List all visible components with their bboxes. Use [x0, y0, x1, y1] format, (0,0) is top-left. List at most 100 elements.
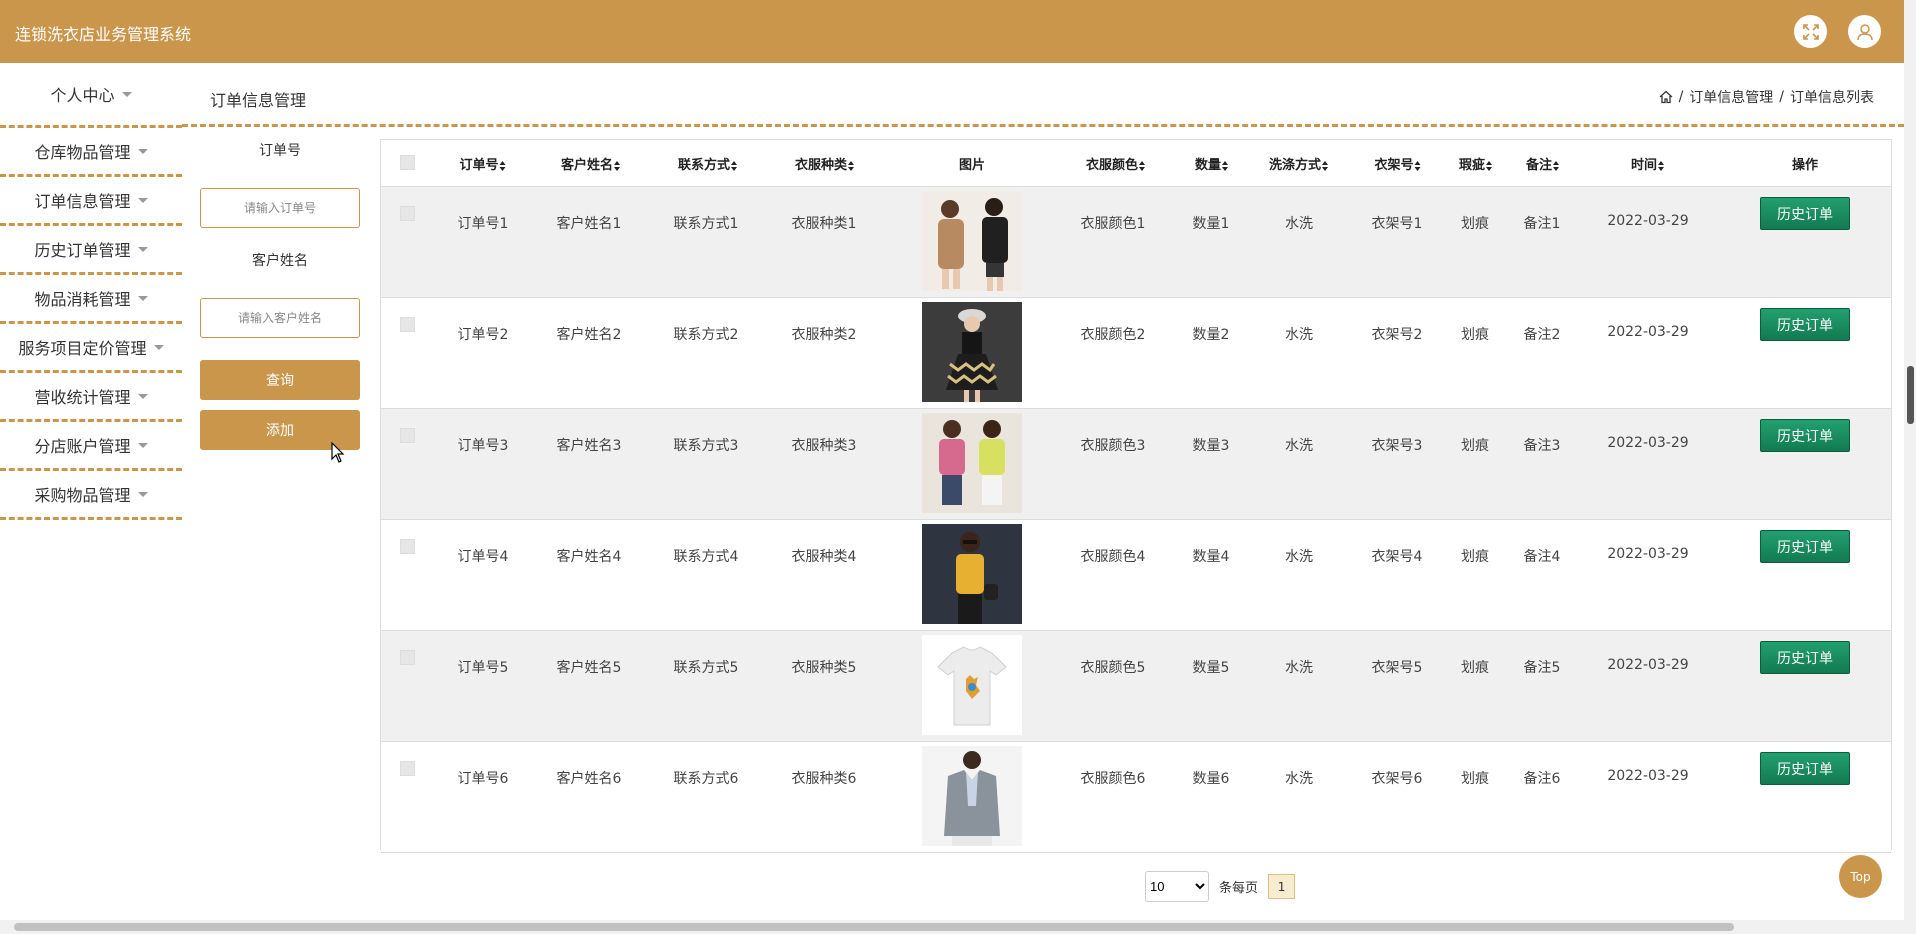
cell-hanger: 衣架号4	[1371, 549, 1423, 565]
app-header: 连锁洗衣店业务管理系统	[0, 0, 1904, 63]
sort-icon	[1414, 160, 1422, 171]
cell-wash: 水洗	[1285, 549, 1313, 565]
clothing-image[interactable]	[922, 746, 1022, 846]
caret-down-icon	[137, 148, 148, 154]
column-header-contact[interactable]: 联系方式	[678, 154, 738, 173]
column-header-customer[interactable]: 客户姓名	[561, 154, 621, 173]
column-header-flaw[interactable]: 瑕疵	[1459, 154, 1493, 173]
cell-contact: 联系方式4	[673, 549, 739, 565]
clothing-image[interactable]	[922, 302, 1022, 402]
sort-icon	[1322, 160, 1329, 171]
select-all-checkbox[interactable]	[400, 155, 415, 170]
row-checkbox[interactable]	[400, 650, 415, 665]
cell-time: 2022-03-29	[1607, 546, 1689, 562]
sidebar-item-personal-center[interactable]: 个人中心	[0, 63, 182, 125]
page-title: 订单信息管理	[210, 91, 307, 110]
history-order-button[interactable]: 历史订单	[1760, 641, 1850, 674]
cell-color: 衣服颜色3	[1080, 438, 1146, 454]
scrollbar-thumb[interactable]	[1907, 366, 1914, 424]
cell-flaw: 划痕	[1461, 327, 1489, 343]
sidebar-item-label: 个人中心	[50, 86, 115, 105]
breadcrumb-separator: /	[1779, 89, 1784, 105]
sidebar-item-warehouse[interactable]: 仓库物品管理	[0, 128, 182, 177]
column-header-quantity[interactable]: 数量	[1195, 154, 1229, 173]
sort-icon	[1486, 160, 1493, 171]
cell-flaw: 划痕	[1461, 216, 1489, 232]
query-button[interactable]: 查询	[200, 360, 360, 400]
order-number-input[interactable]	[200, 188, 360, 228]
row-checkbox[interactable]	[400, 317, 415, 332]
cell-time: 2022-03-29	[1607, 768, 1689, 784]
sidebar-item-orders[interactable]: 订单信息管理	[0, 177, 182, 226]
cell-hanger: 衣架号1	[1371, 216, 1423, 232]
back-to-top-button[interactable]: Top	[1839, 855, 1882, 898]
column-header-kind[interactable]: 衣服种类	[795, 154, 855, 173]
cell-wash: 水洗	[1285, 660, 1313, 676]
sidebar-item-order-history[interactable]: 历史订单管理	[0, 226, 182, 275]
sidebar-item-revenue[interactable]: 营收统计管理	[0, 373, 182, 422]
history-order-button[interactable]: 历史订单	[1760, 752, 1850, 785]
row-checkbox[interactable]	[400, 761, 415, 776]
cell-kind: 衣服种类3	[791, 438, 857, 454]
horizontal-scrollbar[interactable]	[0, 920, 1904, 934]
cell-customer: 客户姓名4	[556, 549, 622, 565]
cell-order: 订单号4	[457, 549, 509, 565]
history-order-button[interactable]: 历史订单	[1760, 419, 1850, 452]
sidebar-item-branch-accounts[interactable]: 分店账户管理	[0, 422, 182, 471]
home-icon[interactable]	[1659, 90, 1673, 104]
sidebar-item-pricing[interactable]: 服务项目定价管理	[0, 324, 182, 373]
cell-note: 备注4	[1523, 549, 1561, 565]
customer-name-input[interactable]	[200, 298, 360, 338]
breadcrumb: / 订单信息管理 / 订单信息列表	[1659, 87, 1874, 107]
cell-quantity: 数量5	[1192, 660, 1230, 676]
cell-note: 备注1	[1523, 216, 1561, 232]
caret-down-icon	[121, 91, 132, 97]
cell-kind: 衣服种类6	[791, 771, 857, 787]
column-header-color[interactable]: 衣服颜色	[1086, 154, 1146, 173]
row-checkbox[interactable]	[400, 428, 415, 443]
vertical-scrollbar[interactable]	[1904, 0, 1916, 934]
cell-hanger: 衣架号6	[1371, 771, 1423, 787]
column-header-time[interactable]: 时间	[1631, 154, 1665, 173]
fullscreen-button[interactable]	[1794, 15, 1827, 48]
cell-order: 订单号3	[457, 438, 509, 454]
clothing-image[interactable]	[922, 413, 1022, 513]
orders-table: 订单号 客户姓名 联系方式 衣服种类 图片 衣服颜色 数量 洗涤方式 衣架号 瑕…	[380, 139, 1892, 853]
page-topbar: 订单信息管理 / 订单信息管理 / 订单信息列表	[182, 63, 1904, 127]
table-row: 订单号3 客户姓名3 联系方式3 衣服种类3 衣服颜色3 数量3 水洗 衣架号3…	[381, 409, 1891, 520]
page-size-select[interactable]: 10	[1145, 871, 1209, 902]
column-header-hanger[interactable]: 衣架号	[1374, 154, 1421, 173]
history-order-button[interactable]: 历史订单	[1760, 308, 1850, 341]
column-header-order[interactable]: 订单号	[459, 154, 506, 173]
row-checkbox[interactable]	[400, 539, 415, 554]
cell-wash: 水洗	[1285, 771, 1313, 787]
user-button[interactable]	[1848, 15, 1881, 48]
cell-customer: 客户姓名3	[556, 438, 622, 454]
column-header-wash[interactable]: 洗涤方式	[1269, 154, 1329, 173]
table-row: 订单号4 客户姓名4 联系方式4 衣服种类4 衣服颜色4 数量4 水洗 衣架号4…	[381, 520, 1891, 631]
caret-down-icon	[137, 246, 148, 252]
page-number-button[interactable]: 1	[1268, 874, 1296, 899]
table-row: 订单号6 客户姓名6 联系方式6 衣服种类6 衣服颜色6 数量6 水洗 衣架号6…	[381, 742, 1891, 853]
cell-quantity: 数量4	[1192, 549, 1230, 565]
clothing-image[interactable]	[922, 191, 1022, 291]
cell-flaw: 划痕	[1461, 660, 1489, 676]
cell-color: 衣服颜色5	[1080, 660, 1146, 676]
sidebar-item-consumption[interactable]: 物品消耗管理	[0, 275, 182, 324]
cell-color: 衣服颜色1	[1080, 216, 1146, 232]
sidebar-item-label: 订单信息管理	[34, 192, 131, 211]
history-order-button[interactable]: 历史订单	[1760, 530, 1850, 563]
caret-down-icon	[153, 344, 164, 350]
clothing-image[interactable]	[922, 524, 1022, 624]
sidebar-item-purchasing[interactable]: 采购物品管理	[0, 471, 182, 520]
history-order-button[interactable]: 历史订单	[1760, 197, 1850, 230]
breadcrumb-level1[interactable]: 订单信息管理	[1689, 87, 1773, 107]
sidebar-item-label: 物品消耗管理	[34, 290, 131, 309]
cell-color: 衣服颜色4	[1080, 549, 1146, 565]
cell-contact: 联系方式5	[673, 660, 739, 676]
row-checkbox[interactable]	[400, 206, 415, 221]
scrollbar-thumb[interactable]	[14, 923, 1734, 931]
column-header-note[interactable]: 备注	[1526, 154, 1560, 173]
clothing-image[interactable]	[922, 635, 1022, 735]
cell-time: 2022-03-29	[1607, 213, 1689, 229]
